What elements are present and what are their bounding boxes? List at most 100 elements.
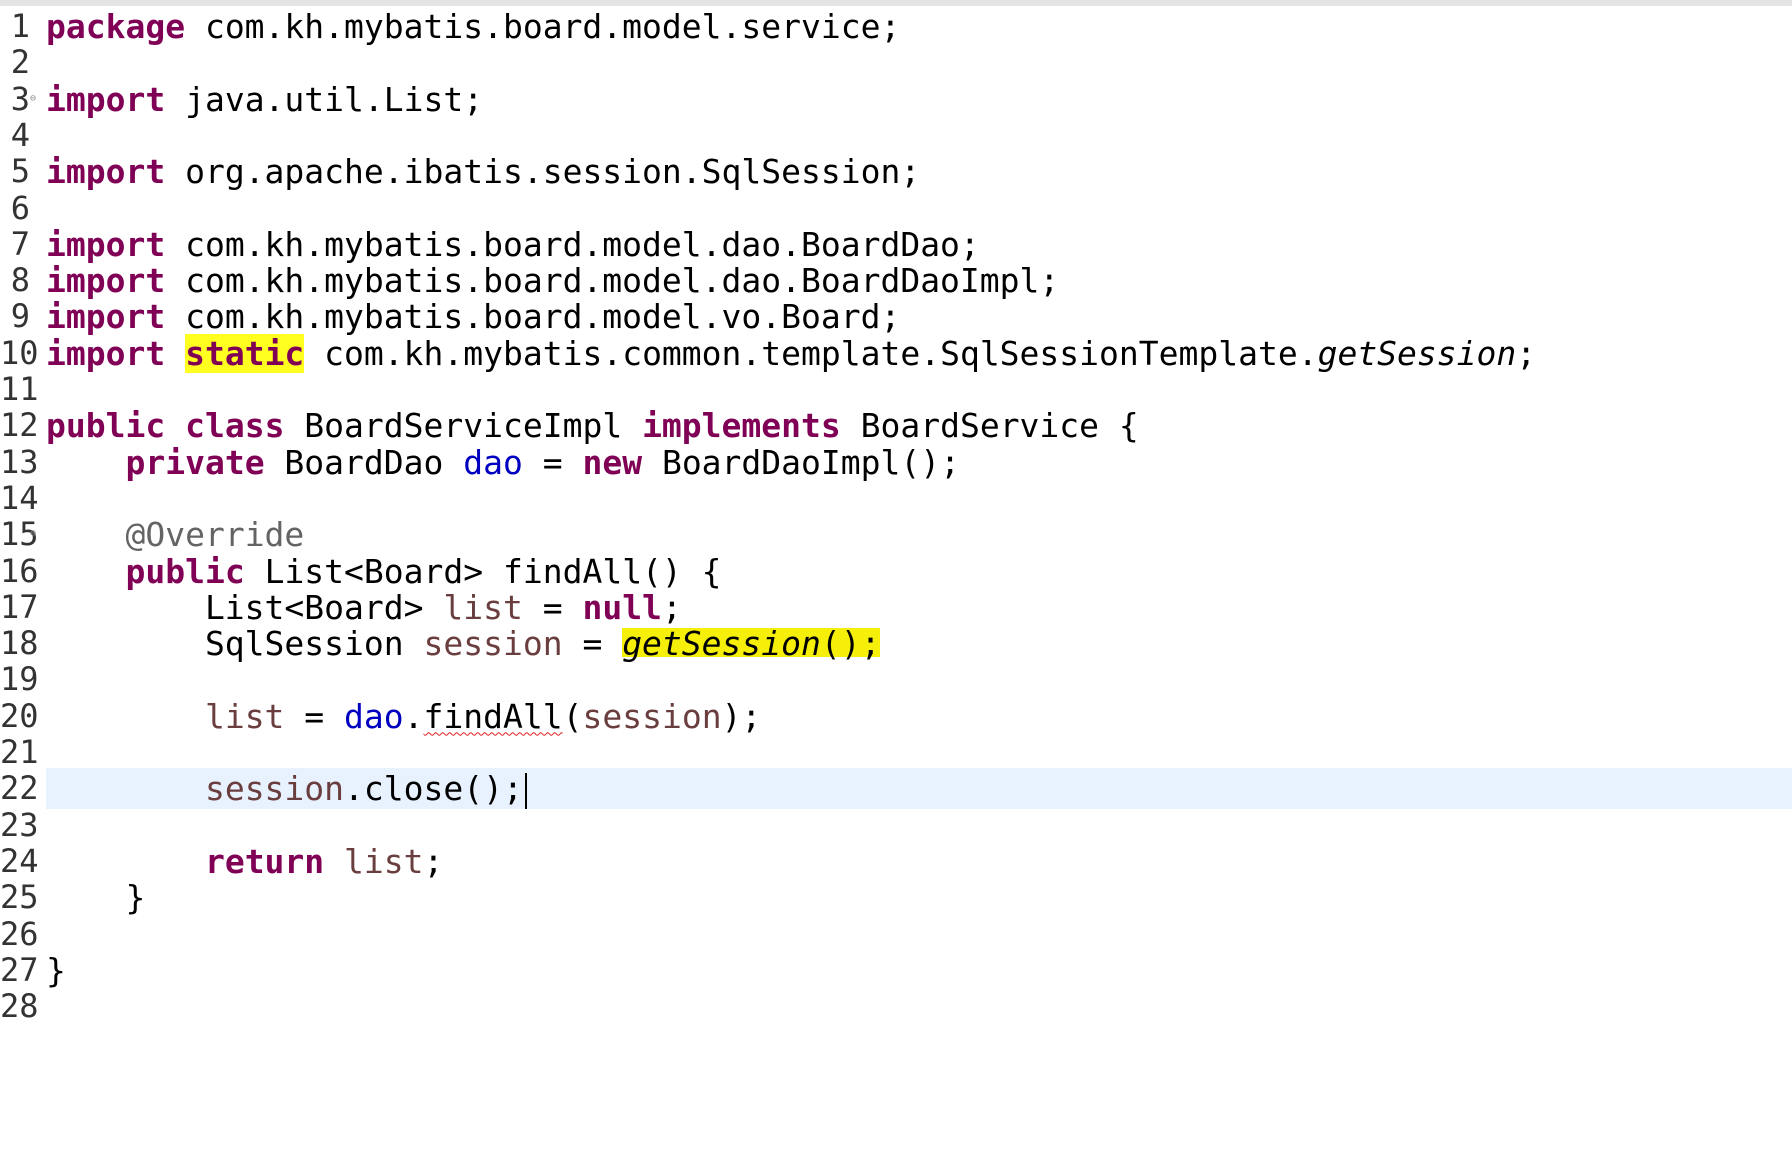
line-number: 4 — [10, 115, 30, 154]
code-line-6[interactable]: 6 — [0, 188, 1792, 229]
code-token: list — [344, 841, 424, 881]
code-line-23[interactable]: 23 — [0, 805, 1792, 846]
code-token: dao — [344, 696, 404, 736]
code-line-18[interactable]: 18 SqlSession session = getSession(); — [0, 623, 1792, 664]
code-line-14[interactable]: 14 — [0, 478, 1792, 519]
code-token: = — [562, 624, 623, 664]
code-line-8[interactable]: 8 import com.kh.mybatis.board.model.dao.B… — [0, 260, 1792, 301]
code-token: import — [46, 224, 166, 264]
code-line-16[interactable]: 16 public List<Board> findAll() { — [0, 551, 1792, 592]
code-token: = — [522, 442, 583, 482]
code-token: com.kh.mybatis.board.model.dao.BoardDao; — [165, 224, 980, 264]
code-text: import com.kh.mybatis.board.model.dao.Bo… — [46, 224, 980, 265]
code-text: import com.kh.mybatis.board.model.vo.Boa… — [46, 296, 900, 337]
code-token: return — [204, 841, 325, 881]
code-line-4[interactable]: 4 — [0, 115, 1792, 156]
code-editor[interactable]: 1 package com.kh.mybatis.board.model.serv… — [0, 6, 1792, 1169]
line-number: 6 — [10, 188, 30, 227]
code-token: findAll — [423, 696, 563, 736]
code-line-7[interactable]: 7 import com.kh.mybatis.board.model.dao.B… — [0, 224, 1792, 265]
code-token: } — [46, 878, 146, 918]
code-token: List<Board> — [46, 587, 444, 627]
code-token: import — [46, 297, 166, 337]
code-token: public — [46, 406, 166, 446]
code-line-25[interactable]: 25 } — [0, 877, 1792, 918]
code-token: static — [185, 333, 305, 373]
code-token: public — [125, 551, 245, 591]
line-number: 1 — [10, 7, 30, 45]
line-number: 18 — [0, 624, 39, 663]
line-number: 3 — [10, 79, 30, 118]
line-number: 13 — [0, 442, 39, 481]
line-number: 26 — [0, 914, 39, 953]
code-token: SqlSession — [46, 624, 424, 664]
code-token: ); — [721, 696, 762, 736]
line-number: 12 — [0, 406, 39, 445]
fold-collapse-icon[interactable]: ⊖ — [30, 93, 36, 104]
code-token: session — [582, 696, 722, 736]
code-line-24[interactable]: 24 return list; — [0, 841, 1792, 882]
code-token: com.kh.mybatis.board.model.vo.Board; — [165, 297, 901, 337]
code-line-11[interactable]: 11 — [0, 369, 1792, 410]
code-token: com.kh.mybatis.board.model.dao.BoardDaoI… — [165, 261, 1060, 301]
code-token: import — [46, 152, 166, 192]
code-token: implements — [642, 406, 841, 446]
code-line-19[interactable]: 19 — [0, 659, 1792, 700]
line-number: 5 — [10, 152, 30, 191]
code-token: getSession — [1317, 333, 1517, 373]
code-line-17[interactable]: 17 List<Board> list = null; — [0, 587, 1792, 628]
code-token: import — [46, 261, 166, 301]
code-token: ; — [423, 841, 444, 881]
code-line-21[interactable]: 21 — [0, 732, 1792, 773]
line-number: 2 — [10, 43, 30, 82]
code-line-28[interactable]: 28 — [0, 986, 1792, 1027]
code-token: @Override — [125, 515, 305, 555]
code-text: package com.kh.mybatis.board.model.servi… — [46, 6, 900, 47]
line-number: 19 — [0, 660, 39, 699]
line-number: 23 — [0, 805, 39, 844]
code-token: null — [582, 587, 662, 627]
code-token: class — [185, 406, 285, 446]
code-line-26[interactable]: 26 — [0, 914, 1792, 955]
code-text: import static com.kh.mybatis.common.temp… — [46, 333, 1536, 374]
code-line-3[interactable]: 3 ⊖ import java.util.List; — [0, 79, 1792, 120]
code-token: session — [204, 769, 345, 809]
code-line-20[interactable]: 20 list = dao.findAll(session); — [0, 696, 1792, 737]
code-line-2[interactable]: 2 — [0, 42, 1792, 83]
code-line-22[interactable]: 22 session.close(); — [0, 768, 1792, 810]
code-token: BoardServiceImpl — [284, 406, 643, 446]
code-line-1[interactable]: 1 package com.kh.mybatis.board.model.serv… — [0, 6, 1792, 47]
code-token: .close(); — [344, 769, 523, 809]
code-line-9[interactable]: 9 import com.kh.mybatis.board.model.vo.Bo… — [0, 296, 1792, 337]
code-token: = — [522, 587, 583, 627]
code-line-13[interactable]: 13 private BoardDao dao = new BoardDaoIm… — [0, 442, 1792, 483]
code-text: list = dao.findAll(session); — [46, 696, 761, 737]
code-token: session — [423, 624, 563, 664]
code-token: ( — [562, 696, 583, 736]
code-line-12[interactable]: 12 public class BoardServiceImpl implemen… — [0, 405, 1792, 446]
code-text: List<Board> list = null; — [46, 587, 682, 628]
code-token: import — [46, 79, 166, 119]
line-number: 28 — [0, 987, 39, 1026]
fold-collapse-icon[interactable]: ⊖ — [30, 529, 36, 539]
code-token: List<Board> findAll() { — [244, 551, 722, 591]
code-text: session.close(); — [46, 768, 527, 809]
code-token: package — [46, 7, 186, 46]
code-token: ; — [661, 587, 682, 627]
code-line-10[interactable]: 10 import static com.kh.mybatis.common.te… — [0, 333, 1792, 374]
code-text: } — [46, 950, 66, 991]
code-line-5[interactable]: 5 import org.apache.ibatis.session.SqlSes… — [0, 151, 1792, 192]
code-token: BoardDaoImpl(); — [642, 442, 960, 482]
code-line-15[interactable]: 15 ⊖ @Override — [0, 514, 1792, 555]
code-line-27[interactable]: 27} — [0, 950, 1792, 991]
code-text: private BoardDao dao = new BoardDaoImpl(… — [46, 442, 960, 483]
code-text: return list; — [46, 841, 443, 882]
